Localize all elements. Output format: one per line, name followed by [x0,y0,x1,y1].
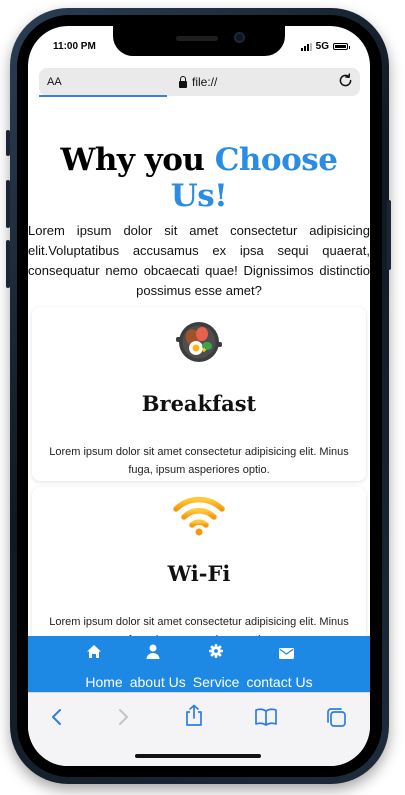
status-time: 11:00 PM [53,41,96,52]
page-title: Why you Choose Us! [28,142,370,214]
feature-card-breakfast: Breakfast Lorem ipsum dolor sit amet con… [32,307,366,481]
title-main: Why you [60,142,215,178]
nav-icons-row [28,644,370,660]
wifi-icon [171,493,227,542]
volume-down-button [6,240,10,288]
gear-icon[interactable] [209,644,223,663]
back-icon[interactable] [50,707,64,732]
notch [113,26,285,56]
card-title: Wi-Fi [167,561,231,586]
envelope-icon[interactable] [279,646,294,664]
home-icon[interactable] [86,644,102,664]
network-label: 5G [315,41,329,52]
nav-links: Home about Us Service contact Us [28,674,370,690]
web-page: Why you Choose Us! Lorem ipsum dolor sit… [28,104,370,766]
nav-link-contact[interactable]: contact Us [246,674,312,690]
forward-icon[interactable] [116,707,130,732]
address-focus-underline [39,95,167,97]
breakfast-pan-icon [174,317,224,372]
intro-paragraph: Lorem ipsum dolor sit amet consectetur a… [28,223,370,298]
nav-link-home[interactable]: Home [85,674,122,690]
front-camera [234,32,245,43]
home-indicator[interactable] [135,754,261,758]
tabs-icon[interactable] [326,707,347,733]
nav-link-service[interactable]: Service [193,674,240,690]
address-bar[interactable]: AA file:// [39,68,360,97]
user-icon[interactable] [146,644,160,664]
volume-up-button [6,180,10,228]
text-size-button[interactable]: AA [47,76,62,88]
bookmarks-icon[interactable] [254,707,278,732]
signal-icon [300,42,312,51]
card-description: Lorem ipsum dolor sit amet consectetur a… [49,446,349,476]
mute-switch [6,130,10,156]
battery-icon [333,43,350,50]
status-indicators: 5G [300,41,350,52]
card-title: Breakfast [141,391,257,416]
bottom-navbar: Home about Us Service contact Us [28,636,370,692]
share-icon[interactable] [184,704,204,732]
lock-icon [179,75,187,88]
phone-screen: 11:00 PM 5G AA file:// Why you Choose Us… [28,26,370,766]
speaker [176,36,218,41]
nav-link-about[interactable]: about Us [130,674,186,690]
url-display[interactable]: file:// [179,75,217,89]
reload-icon[interactable] [337,72,354,92]
url-text: file:// [192,75,218,89]
power-button [387,200,391,270]
